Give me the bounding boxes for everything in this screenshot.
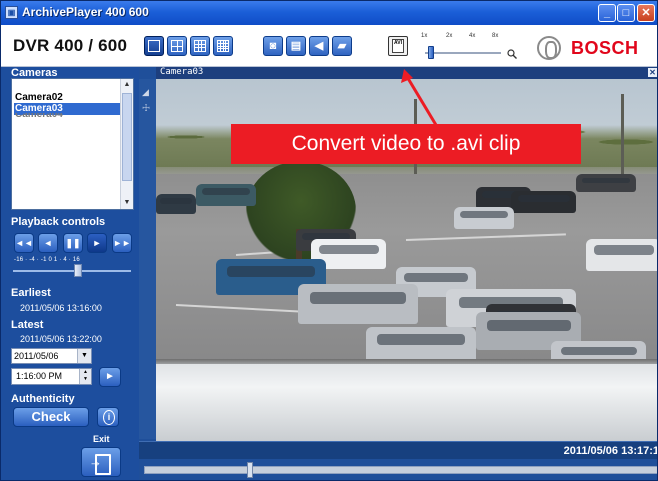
speed-label-1x: 1x bbox=[421, 33, 428, 39]
rewind-button[interactable]: ◄ bbox=[38, 233, 58, 253]
export-button[interactable]: ▰ bbox=[332, 36, 352, 56]
ptz-icon: ☩ bbox=[142, 103, 151, 113]
close-button[interactable]: ✕ bbox=[637, 4, 655, 22]
exit-button[interactable] bbox=[81, 447, 121, 477]
play-icon: ► bbox=[105, 371, 115, 382]
info-button[interactable] bbox=[97, 407, 119, 427]
timeline bbox=[139, 459, 657, 480]
print-button[interactable]: ▤ bbox=[286, 36, 306, 56]
app-icon: ▣ bbox=[5, 6, 18, 19]
scroll-down-icon[interactable]: ▼ bbox=[121, 197, 133, 209]
single-view-icon bbox=[148, 40, 160, 52]
video-car bbox=[586, 239, 657, 271]
nine-view-button[interactable] bbox=[190, 36, 210, 56]
fast-rewind-button[interactable]: ◄◄ bbox=[14, 233, 34, 253]
minimize-button[interactable]: _ bbox=[598, 4, 616, 22]
video-car bbox=[156, 194, 196, 214]
chevron-down-icon[interactable]: ▼ bbox=[77, 349, 91, 363]
avi-icon: AVI bbox=[392, 39, 404, 53]
earliest-value: 2011/05/06 13:16:00 bbox=[20, 303, 102, 313]
list-item[interactable]: Camera04 bbox=[14, 113, 122, 119]
playback-speed-track[interactable] bbox=[13, 270, 131, 272]
exit-label: Exit bbox=[93, 434, 110, 444]
playback-speed-thumb[interactable] bbox=[74, 264, 82, 277]
latest-label: Latest bbox=[11, 319, 44, 331]
video-suv bbox=[298, 284, 418, 324]
video-status-bar: 2011/05/06 13:17:1 bbox=[139, 441, 658, 459]
convert-avi-button[interactable]: AVI bbox=[388, 36, 408, 56]
window-title: ArchivePlayer 400 600 bbox=[22, 5, 149, 19]
zoom-icon[interactable] bbox=[507, 49, 517, 59]
earliest-label: Earliest bbox=[11, 287, 51, 299]
print-icon: ▤ bbox=[290, 40, 302, 52]
close-video-icon[interactable]: ✕ bbox=[648, 68, 657, 77]
camera-list-scrollbar[interactable]: ▲ ▼ bbox=[120, 79, 133, 209]
sixteen-view-icon bbox=[217, 40, 229, 52]
quad-view-button[interactable] bbox=[167, 36, 187, 56]
folder-icon: ▰ bbox=[337, 40, 347, 52]
camera-list[interactable]: Camera02 Camera03 Camera04 ▲ ▼ bbox=[11, 78, 134, 210]
maximize-button[interactable]: □ bbox=[617, 4, 635, 22]
speed-label-2x: 2x bbox=[446, 33, 453, 39]
time-value: 1:16:00 PM bbox=[16, 371, 63, 381]
scroll-thumb[interactable] bbox=[122, 93, 132, 181]
spin-arrows-icon[interactable]: ▲ ▼ bbox=[79, 369, 91, 384]
video-wall bbox=[156, 364, 657, 441]
video-timestamp: 2011/05/06 13:17:1 bbox=[563, 445, 658, 457]
marker-icon: ◢ bbox=[142, 87, 149, 97]
playback-controls-label: Playback controls bbox=[11, 216, 106, 228]
time-stepper[interactable]: 1:16:00 PM ▲ ▼ bbox=[11, 368, 92, 385]
timeline-track[interactable] bbox=[144, 466, 657, 474]
pause-button[interactable]: ❚❚ bbox=[63, 233, 83, 253]
video-car bbox=[576, 174, 636, 192]
title-bar[interactable]: ▣ ArchivePlayer 400 600 _ □ ✕ bbox=[1, 1, 657, 25]
date-value: 2011/05/06 bbox=[14, 351, 59, 361]
timeline-thumb[interactable] bbox=[247, 462, 253, 478]
latest-value: 2011/05/06 13:22:00 bbox=[20, 334, 102, 344]
archive-player-window: ▣ ArchivePlayer 400 600 _ □ ✕ DVR 400 / … bbox=[0, 0, 658, 481]
speed-labels: 1x 2x 4x 8x bbox=[421, 33, 511, 43]
product-name: DVR 400 / 600 bbox=[13, 36, 128, 55]
speed-label-4x: 4x bbox=[469, 33, 476, 39]
snapshot-button[interactable]: ◙ bbox=[263, 36, 283, 56]
nine-view-icon bbox=[194, 40, 206, 52]
date-picker[interactable]: 2011/05/06 ▼ bbox=[11, 348, 92, 364]
play-button[interactable]: ► bbox=[87, 233, 107, 253]
video-side-strip: ◢ ☩ bbox=[139, 79, 156, 439]
audio-button[interactable]: ◀ bbox=[309, 36, 329, 56]
fast-forward-button[interactable]: ►► bbox=[112, 233, 132, 253]
speaker-icon: ◀ bbox=[314, 40, 324, 52]
annotation-callout: Convert video to .avi clip bbox=[231, 124, 581, 164]
single-view-button[interactable] bbox=[144, 36, 164, 56]
scroll-up-icon[interactable]: ▲ bbox=[121, 79, 133, 91]
camera-title: Camera03 bbox=[160, 67, 204, 77]
authenticity-label: Authenticity bbox=[11, 393, 75, 405]
video-car bbox=[454, 207, 514, 229]
quad-view-icon bbox=[171, 40, 183, 52]
go-to-time-button[interactable]: ► bbox=[99, 367, 121, 387]
playback-speed-scale: -16 · -4 · -1 0 1 · 4 · 16 bbox=[14, 257, 80, 263]
sixteen-view-button[interactable] bbox=[213, 36, 233, 56]
camera-icon: ◙ bbox=[269, 40, 277, 52]
speed-slider-thumb[interactable] bbox=[428, 46, 434, 59]
video-car bbox=[366, 327, 476, 363]
video-car bbox=[196, 184, 256, 206]
speed-slider-track[interactable] bbox=[425, 52, 501, 54]
brand-name: BOSCH bbox=[571, 38, 639, 58]
speed-label-8x: 8x bbox=[492, 33, 499, 39]
check-button[interactable]: Check bbox=[13, 407, 89, 427]
bosch-logo-icon bbox=[537, 36, 561, 60]
video-car bbox=[511, 191, 576, 213]
